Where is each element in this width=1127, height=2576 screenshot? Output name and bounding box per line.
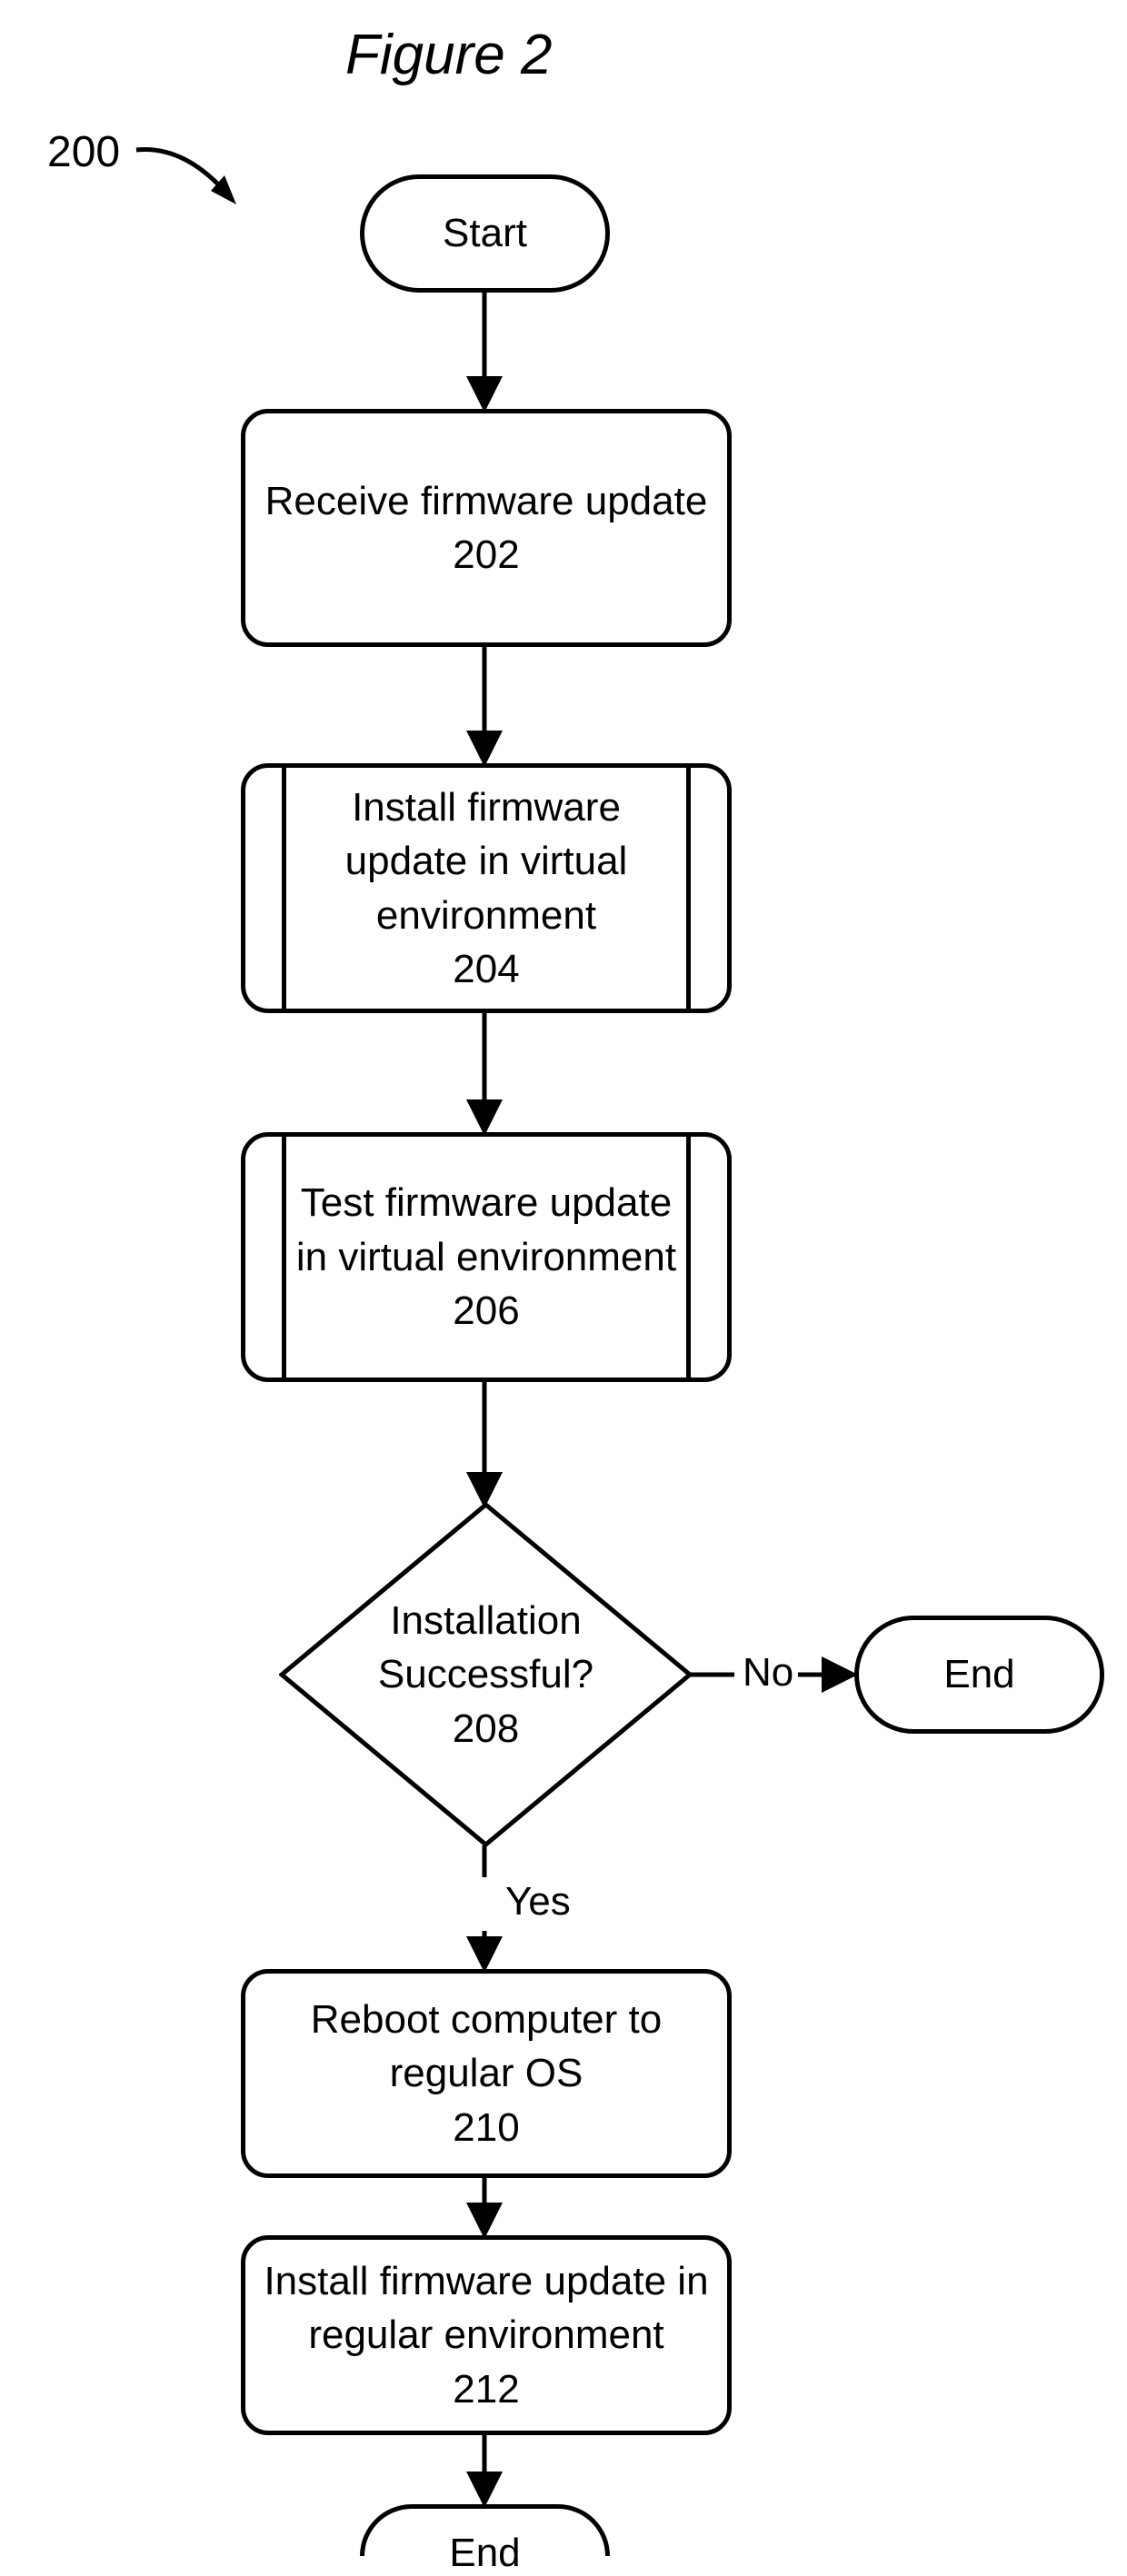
edge-label-no: No	[743, 1650, 793, 1696]
ref-arrow-icon	[127, 136, 254, 218]
process-212-text: Install firmware update in regular envir…	[264, 2254, 709, 2416]
subprocess-204: Install firmware update in virtual envir…	[241, 763, 732, 1013]
end-right-label: End	[943, 1652, 1014, 1697]
decision-208-text: Installation Successful? 208	[279, 1594, 693, 1755]
process-210: Reboot computer to regular OS 210	[241, 1969, 732, 2178]
subprocess-206-text: Test firmware update in virtual environm…	[286, 1176, 686, 1338]
subprocess-204-text: Install firmware update in virtual envir…	[286, 781, 686, 997]
figure-ref-number: 200	[47, 127, 120, 177]
process-212: Install firmware update in regular envir…	[241, 2235, 732, 2435]
process-202-text: Receive firmware update 202	[265, 474, 708, 582]
start-label: Start	[443, 211, 527, 256]
process-202: Receive firmware update 202	[241, 409, 732, 647]
end-node-bottom: End	[360, 2504, 610, 2556]
start-node: Start	[360, 174, 610, 293]
subprocess-206: Test firmware update in virtual environm…	[241, 1132, 732, 1382]
decision-208: Installation Successful? 208	[279, 1502, 693, 1847]
figure-title: Figure 2	[345, 23, 552, 87]
edge-label-yes: Yes	[505, 1879, 571, 1925]
end-node-right: End	[854, 1616, 1104, 1734]
end-bottom-label: End	[449, 2531, 520, 2576]
flowchart-canvas: Figure 2 200 Start Receive firmware upda…	[0, 0, 1127, 2556]
process-210-text: Reboot computer to regular OS 210	[264, 1993, 709, 2154]
